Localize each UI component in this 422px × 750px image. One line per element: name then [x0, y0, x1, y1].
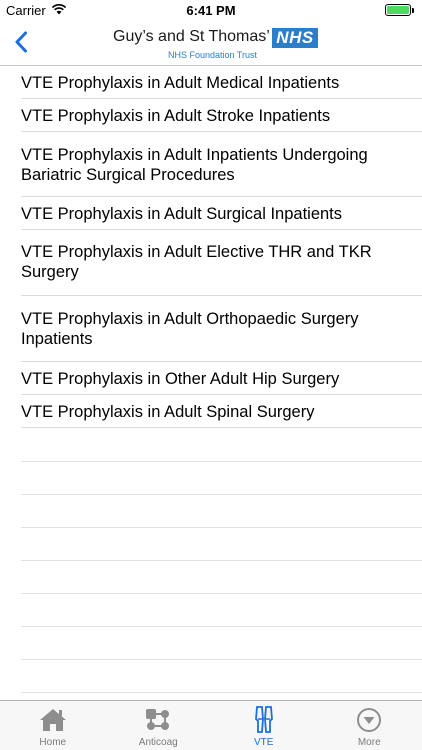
- list-item-hip[interactable]: VTE Prophylaxis in Other Adult Hip Surge…: [0, 362, 422, 395]
- empty-row-separator: [21, 692, 422, 693]
- list-item-medical[interactable]: VTE Prophylaxis in Adult Medical Inpatie…: [0, 67, 422, 99]
- empty-row-separator: [21, 560, 422, 561]
- list-item-stroke[interactable]: VTE Prophylaxis in Adult Stroke Inpatien…: [0, 99, 422, 132]
- vte-legs-icon: [249, 706, 279, 733]
- list-item-label: VTE Prophylaxis in Adult Elective THR an…: [21, 243, 372, 281]
- list-item-label: VTE Prophylaxis in Adult Inpatients Unde…: [21, 146, 368, 184]
- tab-anticoag[interactable]: Anticoag: [106, 701, 212, 750]
- battery-icon: [385, 4, 411, 16]
- list-item-label: VTE Prophylaxis in Adult Stroke Inpatien…: [21, 107, 331, 125]
- tab-bar: Home Anticoag VTE More: [0, 700, 422, 750]
- status-time: 6:41 PM: [186, 3, 236, 18]
- empty-row-separator: [21, 494, 422, 495]
- list-item-label: VTE Prophylaxis in Other Adult Hip Surge…: [21, 370, 340, 388]
- tab-vte[interactable]: VTE: [211, 701, 317, 750]
- empty-row-separator: [21, 461, 422, 462]
- list-item-label: VTE Prophylaxis in Adult Orthopaedic Sur…: [21, 310, 359, 348]
- more-chevron-circle-icon: [354, 707, 384, 733]
- anticoag-icon: [143, 707, 173, 733]
- tab-more[interactable]: More: [317, 701, 422, 750]
- list-item-surgical[interactable]: VTE Prophylaxis in Adult Surgical Inpati…: [0, 197, 422, 230]
- empty-row-separator: [21, 527, 422, 528]
- status-right: [385, 4, 414, 16]
- list-item-bariatric[interactable]: VTE Prophylaxis in Adult Inpatients Unde…: [0, 132, 422, 197]
- trust-logo: Guy’s and St Thomas’ NHS NHS Foundation …: [113, 26, 323, 62]
- tab-label: More: [357, 737, 381, 748]
- vte-guideline-list: VTE Prophylaxis in Adult Medical Inpatie…: [0, 67, 422, 428]
- list-item-orthopaedic[interactable]: VTE Prophylaxis in Adult Orthopaedic Sur…: [0, 296, 422, 362]
- back-button[interactable]: [6, 28, 36, 60]
- tab-label: Anticoag: [138, 737, 178, 748]
- home-icon: [38, 707, 68, 733]
- logo-name: Guy’s and St Thomas’: [113, 28, 270, 45]
- empty-row-separator: [21, 593, 422, 594]
- empty-row-separator: [21, 659, 422, 660]
- tab-label: VTE: [254, 737, 274, 748]
- navigation-bar: Guy’s and St Thomas’ NHS NHS Foundation …: [0, 22, 422, 66]
- list-item-label: VTE Prophylaxis in Adult Surgical Inpati…: [21, 205, 343, 223]
- battery-cap: [412, 7, 414, 13]
- tab-home[interactable]: Home: [0, 701, 106, 750]
- list-item-label: VTE Prophylaxis in Adult Medical Inpatie…: [21, 74, 340, 92]
- list-item-label: VTE Prophylaxis in Adult Spinal Surgery: [21, 403, 315, 421]
- logo-subtitle: NHS Foundation Trust: [168, 50, 258, 60]
- nhs-badge: NHS: [272, 28, 318, 48]
- list-item-thr-tkr[interactable]: VTE Prophylaxis in Adult Elective THR an…: [0, 230, 422, 296]
- list-item-spinal[interactable]: VTE Prophylaxis in Adult Spinal Surgery: [0, 395, 422, 428]
- status-bar: Carrier 6:41 PM: [0, 0, 422, 22]
- tab-label: Home: [39, 737, 67, 748]
- chevron-left-icon: [14, 31, 28, 58]
- battery-level: [387, 6, 409, 14]
- empty-row-separator: [21, 626, 422, 627]
